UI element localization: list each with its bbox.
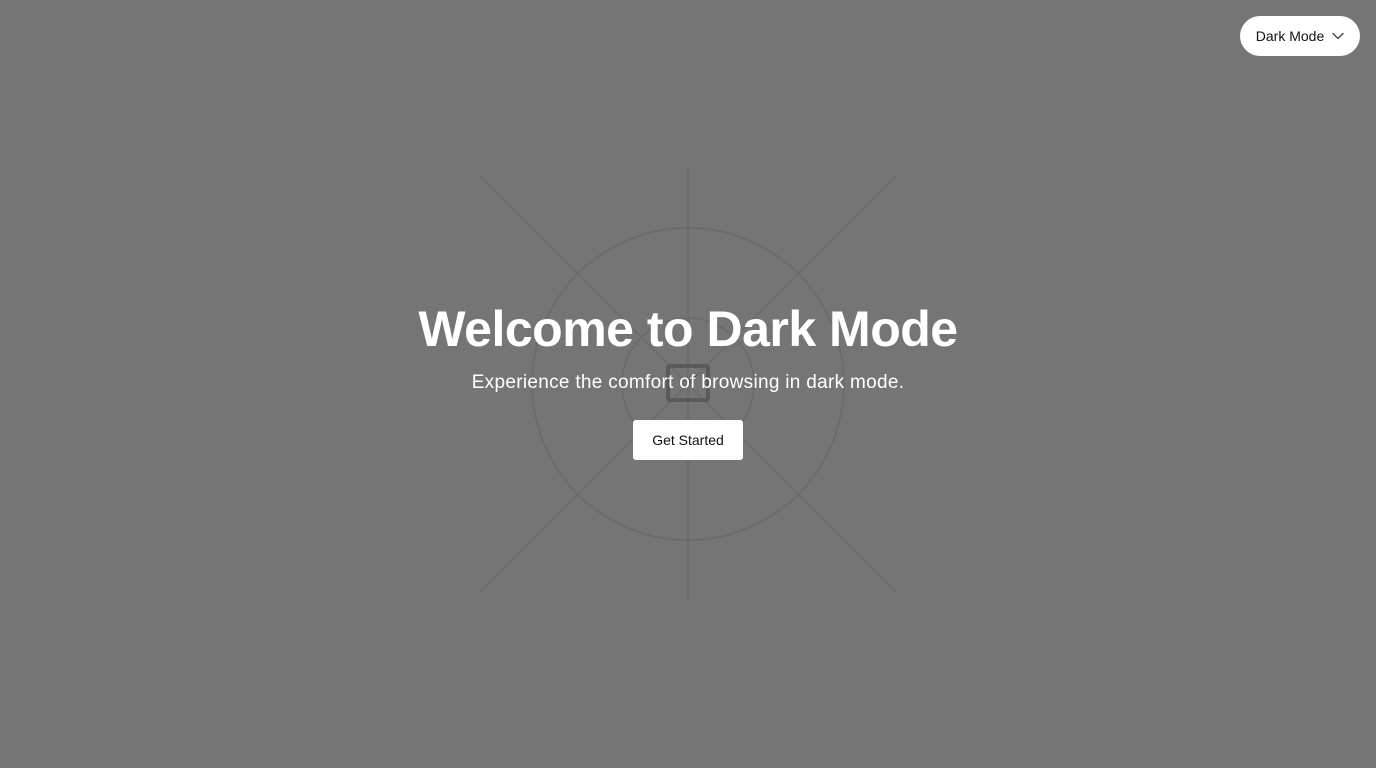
page-subtitle: Experience the comfort of browsing in da… <box>471 372 905 393</box>
hero-section: Welcome to Dark Mode Experience the comf… <box>0 296 1376 460</box>
chevron-down-icon <box>1332 32 1344 40</box>
get-started-button[interactable]: Get Started <box>633 420 743 460</box>
page-title: Welcome to Dark Mode <box>418 301 958 357</box>
theme-selector[interactable]: Dark Mode <box>1240 16 1360 56</box>
theme-selector-label: Dark Mode <box>1255 28 1325 44</box>
